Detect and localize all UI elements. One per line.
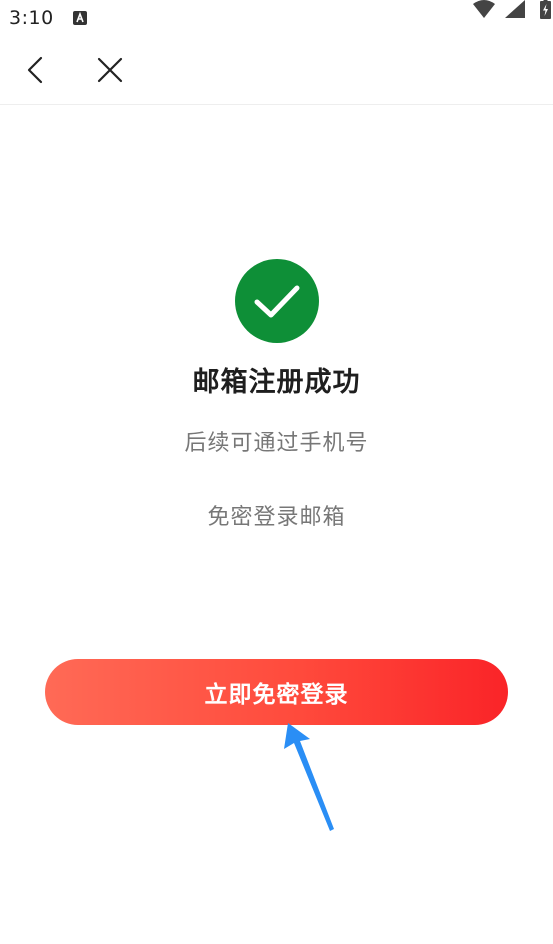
description-line-1: 后续可通过手机号 (184, 431, 369, 456)
passwordless-login-button[interactable]: 立即免密登录 (45, 659, 508, 725)
app-a-icon (73, 11, 87, 25)
close-icon[interactable] (97, 57, 123, 83)
wifi-icon (473, 0, 495, 18)
battery-icon (540, 0, 551, 19)
nav-bar (0, 36, 553, 105)
status-bar: 3:10 (0, 0, 553, 36)
pointer-arrow-icon (284, 723, 334, 831)
page-title: 邮箱注册成功 (192, 367, 361, 398)
signal-icon (505, 0, 525, 18)
back-icon[interactable] (24, 56, 48, 84)
description-line-2: 免密登录邮箱 (207, 505, 346, 530)
status-time: 3:10 (9, 7, 54, 29)
check-circle-icon (235, 259, 319, 343)
